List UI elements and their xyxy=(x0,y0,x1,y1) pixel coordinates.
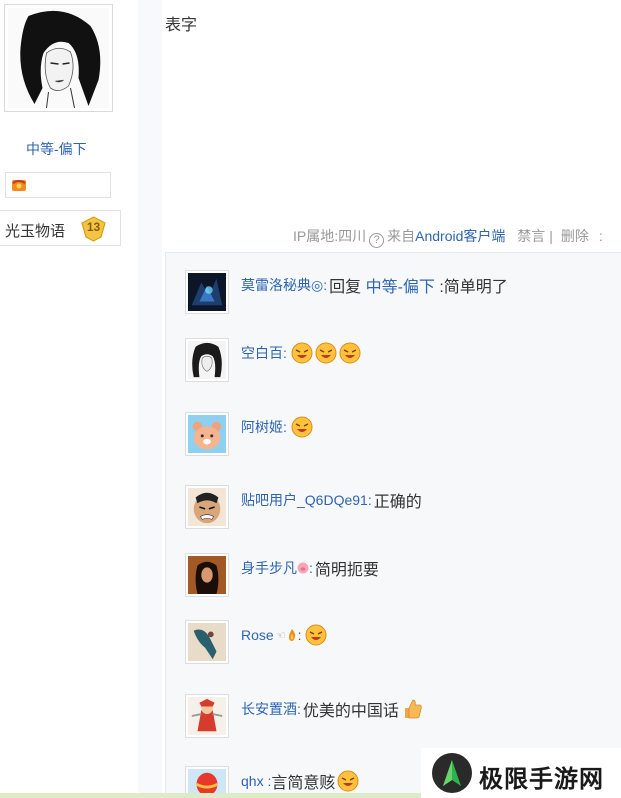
red-warrior-avatar xyxy=(188,697,226,735)
forum-level-name: 光玉物语 xyxy=(5,223,66,240)
bear-avatar xyxy=(188,415,226,453)
reply-colon: : xyxy=(297,701,301,717)
reply-avatar[interactable] xyxy=(185,485,229,529)
reply-list: 莫雷洛秘典◎: 回复 中等-偏下 :简单明了 空白百: 阿树姬: 贴吧用户_Q… xyxy=(165,252,621,798)
meta-separator: | xyxy=(549,228,553,244)
laugh-emoji-icon xyxy=(335,770,359,792)
reply-body: 贴吧用户_Q6DQe91: 正确的 xyxy=(241,485,422,515)
reply-body: Rose ☜ : xyxy=(241,620,327,650)
laugh-emoji-icon xyxy=(313,342,337,364)
watermark-text: 极限手游网 xyxy=(479,766,604,793)
delete-link[interactable]: 删除 xyxy=(561,228,589,244)
reply-username[interactable]: 身手步凡 xyxy=(241,558,297,578)
dark-portrait-avatar xyxy=(188,556,226,594)
reply-body: 莫雷洛秘典◎: 回复 中等-偏下 :简单明了 xyxy=(241,270,508,300)
reply-text: 正确的 xyxy=(373,494,422,511)
reply-colon: : xyxy=(283,419,287,435)
reply-item: 阿树姬: xyxy=(185,412,621,458)
thumbs-up-icon xyxy=(404,699,422,719)
post-meta-bar: IP属地:四川? 来自Android客户端 禁言 | 删除 : xyxy=(293,226,603,248)
reply-colon: : xyxy=(309,560,313,576)
reply-item: 身手步凡 : 简明扼要 xyxy=(185,553,621,599)
ip-location: IP属地:四川 xyxy=(293,228,367,244)
pig-icon xyxy=(297,562,309,574)
ban-link[interactable]: 禁言 xyxy=(517,228,545,244)
reply-mention-link[interactable]: 中等-偏下 xyxy=(366,279,435,296)
reply-avatar[interactable] xyxy=(185,620,229,664)
reply-prefix: 回复 xyxy=(329,279,366,296)
reply-username[interactable]: 空白百 xyxy=(241,343,283,363)
laugh-emoji-icon xyxy=(303,624,327,646)
reply-item: 空白百: xyxy=(185,338,621,384)
reply-text: 言简意赅 xyxy=(271,775,336,792)
flame-icon xyxy=(288,629,295,641)
client-link[interactable]: Android客户端 xyxy=(415,228,505,244)
manga-face-avatar xyxy=(188,488,226,526)
dancer-avatar xyxy=(188,623,226,661)
meta-trailing: : xyxy=(598,228,603,244)
level-number: 13 xyxy=(86,220,101,234)
reply-username[interactable]: 莫雷洛秘典◎ xyxy=(241,275,323,295)
reply-item: 莫雷洛秘典◎: 回复 中等-偏下 :简单明了 xyxy=(185,270,621,316)
reply-item: 长安置酒: 优美的中国话 xyxy=(185,694,621,740)
reply-avatar[interactable] xyxy=(185,694,229,738)
reply-colon: : xyxy=(297,627,302,643)
author-name-link[interactable]: 中等-偏下 xyxy=(26,139,87,159)
pointing-hand-icon: ☜ xyxy=(275,630,286,642)
reply-text-suffix: :简单明了 xyxy=(434,279,508,296)
reply-avatar[interactable] xyxy=(185,270,229,314)
reply-text: 优美的中国话 xyxy=(302,703,399,720)
reply-avatar[interactable] xyxy=(185,338,229,382)
reply-colon: : xyxy=(367,492,372,508)
laugh-emoji-icon xyxy=(289,416,313,438)
reply-username[interactable]: 贴吧用户_Q6DQe91 xyxy=(241,490,368,510)
post-content: 表字 xyxy=(165,17,198,34)
reply-colon: : xyxy=(323,277,328,293)
reply-username[interactable]: 长安置酒 xyxy=(241,699,297,719)
reply-colon: : xyxy=(283,345,287,361)
author-avatar[interactable] xyxy=(4,4,113,112)
reply-body: 身手步凡 : 简明扼要 xyxy=(241,553,379,583)
reply-item: Rose ☜ : xyxy=(185,620,621,666)
from-label: 来自 xyxy=(387,228,416,244)
watermark-logo-icon xyxy=(432,753,472,793)
watermark: 极限手游网 xyxy=(421,748,621,798)
reply-body: 阿树姬: xyxy=(241,412,313,442)
reply-item: 贴吧用户_Q6DQe91: 正确的 xyxy=(185,485,621,531)
laugh-emoji-icon xyxy=(337,342,361,364)
medal-box xyxy=(5,172,111,198)
medal-icon[interactable] xyxy=(10,178,28,192)
forum-level-badge[interactable]: 光玉物语 13 xyxy=(0,210,121,246)
help-icon[interactable]: ? xyxy=(369,233,385,248)
reply-text: 回复 中等-偏下 :简单明了 xyxy=(329,273,508,297)
author-avatar-image xyxy=(8,8,109,109)
reply-body: 空白百: xyxy=(241,338,361,368)
laugh-emoji-icon xyxy=(289,342,313,364)
level-shield-icon: 13 xyxy=(80,215,107,242)
girl-sketch-avatar xyxy=(188,341,226,379)
reply-username[interactable]: qhx : xyxy=(241,773,271,789)
reply-username[interactable]: 阿树姬 xyxy=(241,417,283,437)
bottom-strip xyxy=(0,793,421,798)
reply-avatar[interactable] xyxy=(185,412,229,456)
reply-body: 长安置酒: 优美的中国话 xyxy=(241,694,423,724)
dark-fantasy-avatar xyxy=(188,273,226,311)
reply-body: qhx : 言简意赅 xyxy=(241,766,359,796)
author-column: 中等-偏下 光玉物语 13 xyxy=(0,0,138,798)
reply-username[interactable]: Rose xyxy=(241,627,274,643)
reply-text: 简明扼要 xyxy=(314,562,379,579)
reply-avatar[interactable] xyxy=(185,553,229,597)
